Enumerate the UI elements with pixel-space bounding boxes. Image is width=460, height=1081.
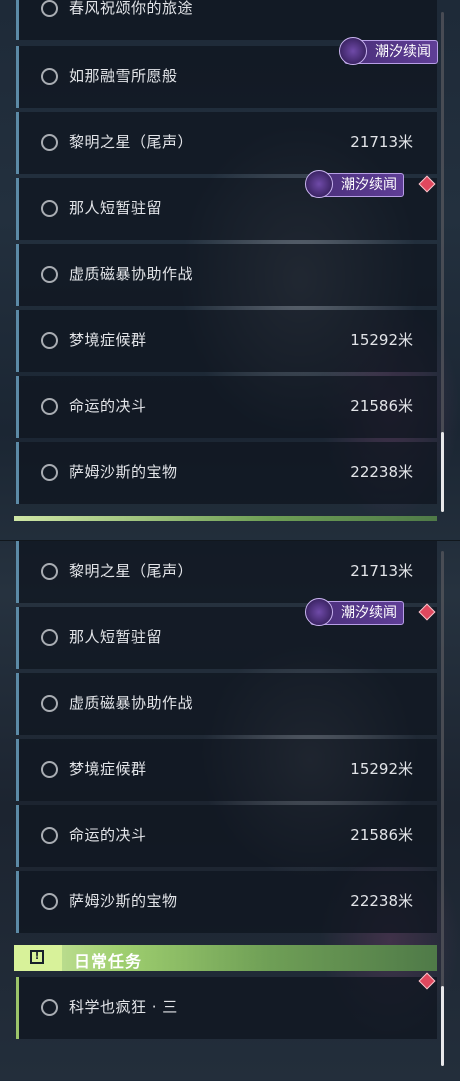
exclamation-box-icon: !: [30, 950, 44, 964]
tidal-sparkle-icon: [339, 37, 367, 65]
quest-row[interactable]: 萨姆沙斯的宝物 22238米: [16, 871, 437, 933]
scrollbar-track[interactable]: [441, 12, 444, 512]
quest-title: 那人短暂驻留: [69, 199, 163, 217]
quest-row[interactable]: 春风祝颂你的旅途: [16, 0, 437, 40]
quest-title: 虚质磁暴协助作战: [69, 265, 194, 283]
quest-title: 命运的决斗: [69, 826, 147, 844]
quest-row[interactable]: 命运的决斗 21586米: [16, 376, 437, 438]
tag-label: 潮汐续闻: [341, 177, 397, 193]
quest-row[interactable]: 梦境症候群 15292米: [16, 310, 437, 372]
quest-title: 梦境症候群: [69, 331, 147, 349]
tidal-tag-badge: 潮汐续闻: [305, 598, 404, 626]
scrollbar-track[interactable]: [441, 551, 444, 1066]
tag-label: 潮汐续闻: [375, 44, 431, 60]
quest-row[interactable]: 黎明之星（尾声） 21713米: [16, 112, 437, 174]
quest-distance: 21713米: [350, 133, 413, 151]
quest-status-circle-icon: [41, 68, 58, 85]
quest-title: 萨姆沙斯的宝物: [69, 892, 178, 910]
quest-row[interactable]: 虚质磁暴协助作战: [16, 673, 437, 735]
quest-status-circle-icon: [41, 827, 58, 844]
quest-status-circle-icon: [41, 563, 58, 580]
quest-row[interactable]: 梦境症候群 15292米: [16, 739, 437, 801]
scrollbar-thumb[interactable]: [441, 986, 444, 1066]
quest-distance: 22238米: [350, 463, 413, 481]
tidal-sparkle-icon: [305, 170, 333, 198]
quest-distance: 15292米: [350, 760, 413, 778]
quest-title: 黎明之星（尾声）: [69, 133, 194, 151]
quest-distance: 22238米: [350, 892, 413, 910]
quest-status-circle-icon: [41, 629, 58, 646]
quest-title: 那人短暂驻留: [69, 628, 163, 646]
quest-title: 虚质磁暴协助作战: [69, 694, 194, 712]
quest-status-circle-icon: [41, 266, 58, 283]
daily-quest-row[interactable]: 科学也疯狂 · 三: [16, 977, 437, 1039]
quest-status-circle-icon: [41, 761, 58, 778]
quest-distance: 21713米: [350, 562, 413, 580]
quest-status-circle-icon: [41, 0, 58, 17]
quest-row[interactable]: 萨姆沙斯的宝物 22238米: [16, 442, 437, 504]
quest-status-circle-icon: [41, 893, 58, 910]
scrollbar-thumb[interactable]: [441, 432, 444, 512]
quest-row[interactable]: 黎明之星（尾声） 21713米: [16, 541, 437, 603]
quest-title: 命运的决斗: [69, 397, 147, 415]
quest-status-circle-icon: [41, 695, 58, 712]
quest-status-circle-icon: [41, 999, 58, 1016]
tidal-sparkle-icon: [305, 598, 333, 626]
quest-list-panel-top: 春风祝颂你的旅途 如那融雪所愿般 黎明之星（尾声） 21713米 那人短暂驻留 …: [0, 0, 460, 540]
section-header-edge: [14, 516, 437, 521]
quest-title: 黎明之星（尾声）: [69, 562, 194, 580]
quest-status-circle-icon: [41, 200, 58, 217]
daily-tasks-section-header[interactable]: ! 日常任务: [14, 945, 437, 971]
quest-row[interactable]: 虚质磁暴协助作战: [16, 244, 437, 306]
quest-list-panel-bottom: 黎明之星（尾声） 21713米 那人短暂驻留 虚质磁暴协助作战 梦境症候群 15…: [0, 540, 460, 1081]
section-title: 日常任务: [74, 952, 143, 971]
quest-distance: 21586米: [350, 397, 413, 415]
quest-distance: 15292米: [350, 331, 413, 349]
quest-status-circle-icon: [41, 398, 58, 415]
tag-label: 潮汐续闻: [341, 605, 397, 621]
quest-status-circle-icon: [41, 464, 58, 481]
quest-title: 如那融雪所愿般: [69, 67, 178, 85]
tidal-tag-badge: 潮汐续闻: [339, 37, 438, 65]
quest-status-circle-icon: [41, 332, 58, 349]
quest-row[interactable]: 命运的决斗 21586米: [16, 805, 437, 867]
quest-title: 梦境症候群: [69, 760, 147, 778]
tidal-tag-badge: 潮汐续闻: [305, 170, 404, 198]
quest-title: 春风祝颂你的旅途: [69, 0, 194, 17]
quest-title: 科学也疯狂 · 三: [69, 998, 178, 1016]
quest-distance: 21586米: [350, 826, 413, 844]
quest-status-circle-icon: [41, 134, 58, 151]
section-icon-box: !: [14, 945, 62, 971]
quest-title: 萨姆沙斯的宝物: [69, 463, 178, 481]
